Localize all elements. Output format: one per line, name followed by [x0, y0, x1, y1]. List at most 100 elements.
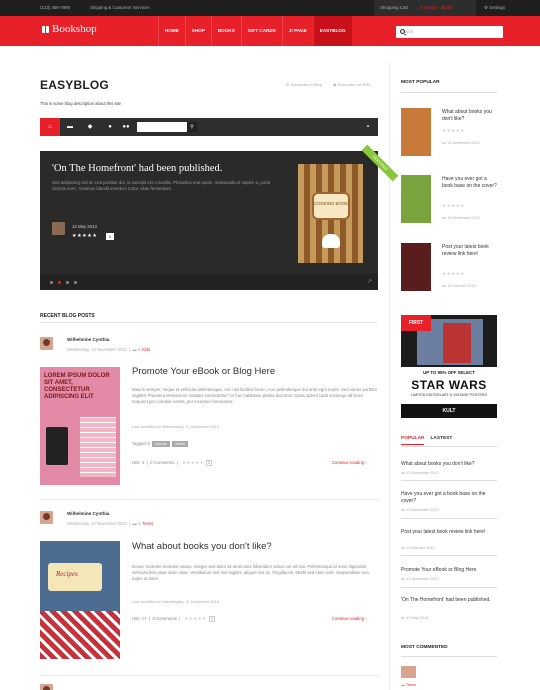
popular-thumb-1[interactable] — [401, 108, 431, 156]
avatar[interactable] — [40, 511, 53, 524]
popular-item-title[interactable]: Post your latest book review link here! — [442, 244, 498, 257]
divider — [401, 656, 497, 657]
teapot-graphic — [322, 234, 340, 248]
tag-novels[interactable]: Novels — [152, 441, 170, 447]
post-meta: Wednesday, 13 November 2013 | ▬ in Teens — [67, 521, 154, 526]
rating-stars[interactable]: ★★★★★ — [184, 616, 206, 621]
latest-item-title[interactable]: 'On The Homefront' had been published. — [401, 597, 495, 604]
popular-thumb-3[interactable] — [401, 243, 431, 291]
toolbar-search-button[interactable]: ⚲ — [187, 122, 197, 132]
latest-item-title[interactable]: Post your latest book review link here! — [401, 529, 495, 536]
rating-stars[interactable]: ★★★★★ — [442, 271, 465, 277]
recent-posts-heading: RECENT BLOG POSTS — [40, 313, 95, 319]
post-author[interactable]: Wilhelmine Cynthia — [67, 337, 109, 342]
post-last-modified: Last modified on Wednesday, 11 December … — [132, 599, 220, 604]
post-image[interactable]: LOREM IPSUM DOLOR SIT AMET, CONSECTETUR … — [40, 367, 120, 485]
featured-book-image[interactable]: COOKING BOOK — [298, 164, 363, 263]
header-search-input[interactable]: Search — [396, 26, 503, 38]
featured-title[interactable]: 'On The Homefront' had been published. — [52, 163, 222, 174]
continue-reading-link[interactable]: Continue reading › — [332, 616, 366, 621]
arrow-right-icon: › — [365, 616, 367, 621]
post-title[interactable]: Promote Your eBook or Blog Here — [132, 366, 275, 377]
divider — [40, 322, 378, 323]
users-icon[interactable]: ●● — [116, 118, 136, 136]
subscribe-rss-link[interactable]: ◉ Subscribe via RSS — [333, 82, 371, 87]
tag-teens[interactable]: Teens — [171, 441, 188, 447]
popular-thumb-2[interactable] — [401, 175, 431, 223]
featured-description: Sed adipiscing nisl ac erat porttitor du… — [52, 180, 271, 191]
tab-latest[interactable]: LASTEST — [430, 436, 452, 441]
gear-icon: ⚙ — [484, 5, 488, 10]
latest-item-title[interactable]: What about books you don't like? — [401, 461, 495, 468]
nav-home[interactable]: HOME — [158, 16, 185, 46]
divider — [401, 480, 497, 481]
avatar[interactable] — [401, 666, 416, 678]
popular-item-date: on 13 November 2013 — [442, 216, 480, 220]
commented-category[interactable]: ▬ Teens — [401, 683, 416, 687]
sidebar-divider — [389, 62, 390, 690]
subscribe-blog-label: Subscribe to Blog — [290, 82, 322, 87]
popular-item-date: on 13 November 2013 — [442, 141, 480, 145]
slider-controls: ↗ — [40, 274, 378, 290]
logo-text: Bookshop — [52, 23, 97, 35]
logo[interactable]: Bookshop — [42, 23, 97, 35]
slider-dot[interactable] — [74, 281, 77, 284]
nav-jpage[interactable]: J! PAGE — [281, 16, 313, 46]
most-popular-heading: MOST POPULAR — [401, 80, 440, 85]
page-title: EASYBLOG — [40, 78, 109, 92]
nav-gift-cards[interactable]: GIFT CARDS — [240, 16, 282, 46]
search-icon: ⚲ — [190, 124, 194, 130]
star-wars-ad-banner[interactable]: FIRST UP TO 95% OFF SELECT STAR WARS LIM… — [401, 315, 497, 420]
rating-stars[interactable]: ★★★★★ — [442, 203, 465, 209]
phone-number: (123) 456-7890 — [40, 5, 71, 10]
post-image[interactable]: Recipes — [40, 541, 120, 659]
settings-link[interactable]: ⚙ Settings — [484, 5, 505, 11]
popular-item-title[interactable]: What about books you don't like? — [442, 109, 498, 122]
avatar[interactable] — [52, 222, 65, 235]
folder-icon: ▬ — [132, 347, 137, 352]
post-comments-link[interactable]: 0 Comments — [150, 460, 174, 465]
post-footer: Hits: 4 | 0 Comments | ★★★★★ 0 — [132, 460, 213, 466]
avatar[interactable] — [40, 684, 53, 690]
folder-icon[interactable]: ▬ — [60, 118, 80, 136]
latest-item-title[interactable]: Promote Your eBook or Blog Here — [401, 567, 495, 574]
slider-dot-active[interactable] — [58, 281, 61, 284]
ad-line1: UP TO 95% OFF SELECT — [423, 370, 475, 375]
nav-shop[interactable]: SHOP — [184, 16, 211, 46]
slider-dot[interactable] — [50, 281, 53, 284]
toolbar-search-input[interactable] — [137, 122, 187, 132]
continue-reading-link[interactable]: Continue reading › — [332, 460, 366, 465]
lock-icon[interactable]: ▪ — [358, 118, 378, 136]
rating-stars[interactable]: ★★★★★ — [72, 233, 97, 239]
share-icon[interactable]: ↗ — [367, 278, 372, 285]
post-body: Donec molestie molestie varius. Integer … — [132, 564, 369, 582]
tag-icon[interactable]: ◆ — [80, 118, 100, 136]
shipping-link[interactable]: Shipping & Customer Services — [90, 5, 150, 10]
search-icon[interactable] — [400, 29, 405, 34]
post-date: Wednesday, 13 November 2013 — [67, 347, 127, 352]
tagged-label: Tagged in — [132, 441, 151, 446]
popular-item-title[interactable]: Have you ever got a book base on the cov… — [442, 176, 498, 189]
post-in-label: in — [137, 521, 142, 526]
post-author[interactable]: Wilhelmine Cynthia — [67, 511, 109, 516]
subscribe-blog-link[interactable]: ✉ Subscribe to Blog — [286, 82, 322, 87]
tab-popular[interactable]: POPULAR — [401, 436, 425, 445]
slider-dot[interactable] — [66, 281, 69, 284]
nav-books[interactable]: BOOKS — [210, 16, 241, 46]
post-comments-link[interactable]: 0 Comments — [152, 616, 176, 621]
nav-easyblog[interactable]: EASYBLOG — [312, 16, 352, 46]
latest-item-title[interactable]: Have you ever got a book base on the cov… — [401, 491, 495, 504]
post-title[interactable]: What about books you don't like? — [132, 541, 272, 552]
featured-ribbon: FEATURED — [361, 144, 399, 182]
rating-count: 0 — [206, 460, 213, 466]
cart-box[interactable]: Shopping Cart 0 item(s) - $0.00 — [374, 0, 476, 16]
avatar[interactable] — [40, 337, 53, 350]
post-category[interactable]: Teens — [142, 521, 153, 526]
post-image-text: LOREM IPSUM DOLOR SIT AMET, CONSECTETUR … — [44, 373, 110, 400]
recipe-card-text: Recipes — [56, 570, 78, 578]
home-icon[interactable]: ⌂ — [40, 118, 60, 136]
post-category[interactable]: Kids — [142, 347, 150, 352]
subscribe-rss-label: Subscribe via RSS — [337, 82, 371, 87]
rating-stars[interactable]: ★★★★★ — [442, 128, 465, 134]
rating-stars[interactable]: ★★★★★ — [182, 460, 204, 465]
